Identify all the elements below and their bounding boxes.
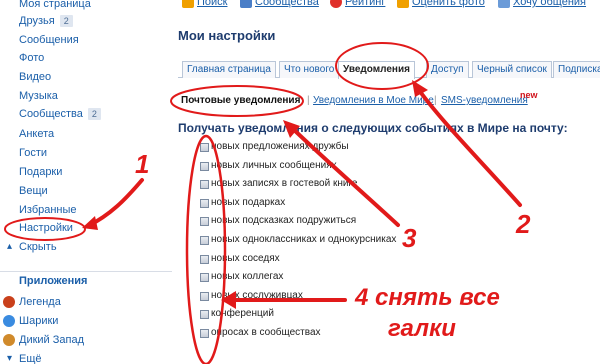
notification-checkbox-label: новых подарках bbox=[211, 197, 286, 208]
notification-checkbox-label: новых коллегах bbox=[211, 271, 284, 282]
notification-checkbox[interactable] bbox=[200, 143, 209, 152]
rating-icon bbox=[330, 0, 342, 8]
notification-checkbox-label: новых записях в гостевой книге bbox=[211, 178, 358, 189]
communities-badge: 2 bbox=[87, 108, 101, 120]
collapse-arrow-icon: ▴ bbox=[7, 241, 13, 252]
top-link-search[interactable]: Поиск bbox=[197, 0, 227, 8]
notification-checkbox-label: новых предложениях дружбы bbox=[211, 141, 349, 152]
sidebar-item-gifts[interactable]: Подарки bbox=[19, 166, 62, 179]
sidebar-item-friends[interactable]: Друзья 2 bbox=[19, 15, 73, 28]
wild-west-icon bbox=[3, 334, 15, 346]
search-icon bbox=[182, 0, 194, 8]
balls-icon bbox=[3, 315, 15, 327]
sidebar-item-guests[interactable]: Гости bbox=[19, 147, 47, 160]
tab-access[interactable]: Доступ bbox=[426, 61, 469, 78]
tab-subscription[interactable]: Подписка bbox=[553, 61, 600, 78]
sidebar-item-my-page[interactable]: Моя страница bbox=[19, 0, 91, 11]
notification-checkbox-label: новых личных сообщениях bbox=[211, 160, 337, 171]
sidebar-item-messages[interactable]: Сообщения bbox=[19, 34, 79, 47]
section-heading: Получать уведомления о следующих события… bbox=[178, 121, 568, 135]
sidebar-item-video[interactable]: Видео bbox=[19, 71, 51, 84]
notification-checkbox-label: опросах в сообществах bbox=[211, 327, 321, 338]
subtab-email-notifications[interactable]: Почтовые уведомления bbox=[181, 95, 300, 106]
rate-photo-icon bbox=[397, 0, 409, 8]
notification-checkbox-label: новых соседях bbox=[211, 253, 280, 264]
top-link-rate-photo[interactable]: Оценить фото bbox=[412, 0, 485, 8]
notification-checkbox[interactable] bbox=[200, 255, 209, 264]
notification-checkbox[interactable] bbox=[200, 217, 209, 226]
notification-checkbox-label: новых сослуживцах bbox=[211, 290, 303, 301]
notification-checkbox[interactable] bbox=[200, 199, 209, 208]
tab-blacklist[interactable]: Черный список bbox=[472, 61, 552, 78]
notification-checkbox[interactable] bbox=[200, 180, 209, 189]
sidebar-app-legend[interactable]: Легенда bbox=[19, 296, 61, 309]
annotation-3: 3 bbox=[402, 223, 417, 253]
sidebar-app-wild-west[interactable]: Дикий Запад bbox=[19, 334, 84, 347]
annotation-1: 1 bbox=[135, 149, 150, 179]
notification-checkbox[interactable] bbox=[200, 329, 209, 338]
tab-main-page[interactable]: Главная страница bbox=[182, 61, 276, 78]
notification-checkbox-label: новых подсказках подружиться bbox=[211, 215, 357, 226]
notification-checkbox-label: новых одноклассниках и однокурсниках bbox=[211, 234, 397, 245]
sidebar-item-profile[interactable]: Анкета bbox=[19, 128, 54, 141]
top-link-communities[interactable]: Сообщества bbox=[255, 0, 319, 8]
sidebar-item-photo[interactable]: Фото bbox=[19, 52, 44, 65]
sidebar-item-hide[interactable]: Скрыть bbox=[19, 241, 57, 254]
friends-badge: 2 bbox=[59, 15, 73, 27]
legend-icon bbox=[3, 296, 15, 308]
page-title: Мои настройки bbox=[178, 28, 276, 43]
sidebar-app-balls[interactable]: Шарики bbox=[19, 315, 58, 328]
subtab-sms-notifications[interactable]: SMS-уведомления bbox=[441, 95, 528, 106]
subtab-my-world-notifications[interactable]: Уведомления в Мое Мире bbox=[313, 95, 434, 106]
more-icon: ▾ bbox=[7, 353, 13, 364]
sidebar-item-settings[interactable]: Настройки bbox=[19, 222, 73, 235]
tab-whats-new[interactable]: Что нового bbox=[279, 61, 340, 78]
top-link-rating[interactable]: Рейтинг bbox=[345, 0, 385, 8]
notification-checkbox[interactable] bbox=[200, 162, 209, 171]
annotation-4: 4 снять все bbox=[355, 284, 500, 311]
annotation-2: 2 bbox=[516, 209, 531, 239]
annotation-4b: галки bbox=[388, 315, 456, 342]
subtab-separator: | bbox=[307, 95, 310, 106]
sidebar-item-communities[interactable]: Сообщества 2 bbox=[19, 108, 101, 121]
tab-notifications[interactable]: Уведомления bbox=[338, 61, 415, 79]
notification-checkbox[interactable] bbox=[200, 236, 209, 245]
notification-checkbox-label: конференций bbox=[211, 308, 274, 319]
sidebar: Моя страница Друзья 2 Сообщения Фото Виде… bbox=[0, 0, 172, 364]
apps-heading: Приложения bbox=[19, 275, 88, 287]
chat-icon bbox=[498, 0, 510, 8]
new-badge: new bbox=[520, 90, 538, 100]
top-link-want-chat[interactable]: Хочу общения bbox=[513, 0, 586, 8]
sidebar-item-music[interactable]: Музыка bbox=[19, 90, 58, 103]
notification-checkbox[interactable] bbox=[200, 310, 209, 319]
sidebar-item-things[interactable]: Вещи bbox=[19, 185, 48, 198]
subtab-separator: | bbox=[434, 95, 437, 106]
sidebar-app-more[interactable]: Ещё bbox=[19, 353, 42, 364]
notification-checkbox[interactable] bbox=[200, 292, 209, 301]
apps-divider bbox=[0, 271, 172, 272]
notification-checkbox[interactable] bbox=[200, 273, 209, 282]
sidebar-item-favorites[interactable]: Избранные bbox=[19, 204, 77, 217]
communities-icon bbox=[240, 0, 252, 8]
